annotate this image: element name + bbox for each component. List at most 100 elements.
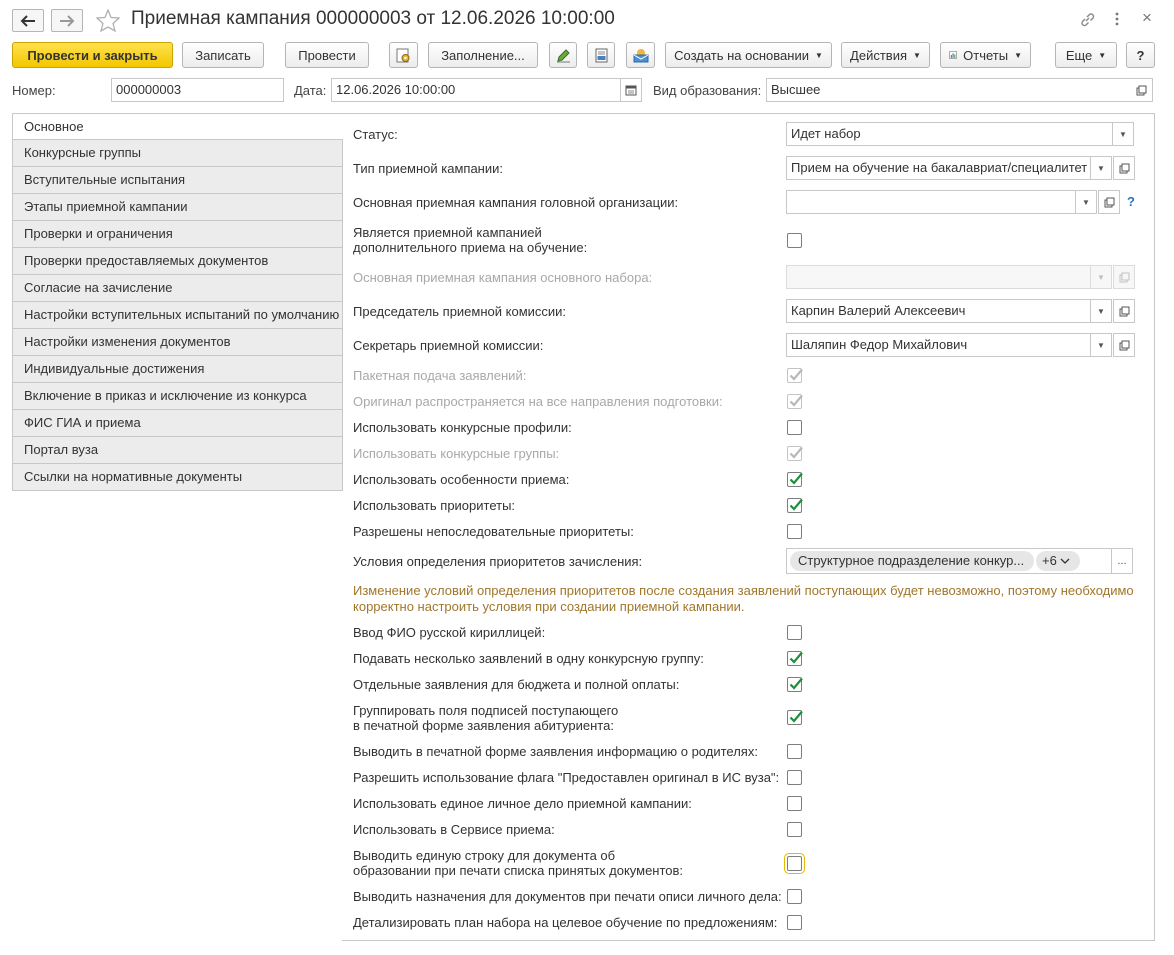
priority-conditions-label: Условия определения приоритетов зачислен… [353, 554, 643, 569]
setting-checkbox[interactable] [787, 524, 802, 539]
setting-label: Выводить назначения для документов при п… [353, 889, 782, 904]
open-icon [1119, 306, 1129, 316]
setting-checkbox[interactable] [787, 744, 802, 759]
chairman-dropdown-button[interactable]: ▼ [1090, 299, 1112, 323]
setting-label-line2: в печатной форме заявления абитуриента: [353, 718, 614, 733]
chairman-input[interactable]: Карпин Валерий Алексеевич [786, 299, 1091, 323]
date-input[interactable]: 12.06.2026 10:00:00 [331, 78, 621, 102]
link-icon [1081, 13, 1095, 27]
setting-checkbox[interactable] [787, 770, 802, 785]
open-icon [1119, 163, 1129, 173]
tab-1[interactable]: Основное [12, 113, 343, 140]
edu-type-label: Вид образования: [653, 83, 762, 98]
tab-8[interactable]: Настройки вступительных испытаний по умо… [12, 302, 343, 329]
edu-type-open-button[interactable] [1131, 78, 1153, 102]
print-document-button[interactable] [587, 42, 615, 68]
edu-type-input[interactable]: Высшее [766, 78, 1132, 102]
document-print-icon [595, 48, 607, 62]
setting-label: Отдельные заявления для бюджета и полной… [353, 677, 680, 692]
help-button[interactable]: ? [1126, 42, 1155, 68]
create-based-on-button[interactable]: Создать на основании ▼ [665, 42, 832, 68]
status-dropdown-button[interactable]: ▼ [1112, 122, 1134, 146]
tab-9[interactable]: Настройки изменения документов [12, 329, 343, 356]
setting-checkbox[interactable] [784, 853, 805, 874]
tab-3[interactable]: Вступительные испытания [12, 167, 343, 194]
setting-label: Группировать поля подписей поступающего в… [353, 703, 618, 733]
checkmark-icon [789, 498, 803, 511]
chevron-down-icon: ▼ [913, 50, 921, 60]
copy-link-button[interactable] [1079, 11, 1096, 31]
setting-checkbox[interactable] [787, 625, 802, 640]
tab-13[interactable]: Портал вуза [12, 437, 343, 464]
tab-12[interactable]: ФИС ГИА и приема [12, 410, 343, 437]
setting-checkbox[interactable] [787, 420, 802, 435]
setting-label: Разрешены непоследовательные приоритеты: [353, 524, 634, 539]
chevron-down-icon: ▼ [1097, 163, 1105, 173]
setting-label: Выводить единую строку для документа об о… [353, 848, 683, 878]
more-vertical-icon [1115, 12, 1119, 26]
chevron-down-icon: ▼ [1097, 272, 1105, 282]
secretary-open-button[interactable] [1113, 333, 1135, 357]
more-menu-button[interactable] [1114, 11, 1120, 30]
edit-button[interactable] [549, 42, 577, 68]
campaign-type-dropdown-button[interactable]: ▼ [1090, 156, 1112, 180]
setting-checkbox[interactable] [787, 915, 802, 930]
chevron-down-icon: ▼ [814, 50, 823, 60]
campaign-type-open-button[interactable] [1113, 156, 1135, 180]
setting-checkbox[interactable] [787, 677, 803, 692]
status-select[interactable]: Идет набор [786, 122, 1113, 146]
setting-label: Подавать несколько заявлений в одну конк… [353, 651, 704, 666]
priority-warning-text: Изменение условий определения приоритето… [353, 583, 1134, 614]
tab-10[interactable]: Индивидуальные достижения [12, 356, 343, 383]
secretary-dropdown-button[interactable]: ▼ [1090, 333, 1112, 357]
report-chart-icon [949, 51, 957, 59]
reports-button[interactable]: Отчеты ▼ [940, 42, 1031, 68]
number-input[interactable]: 000000003 [111, 78, 284, 102]
create-based-on-label: Создать на основании [674, 47, 809, 63]
checkmark-icon [789, 710, 803, 723]
tab-5[interactable]: Проверки и ограничения [12, 221, 343, 248]
settings-button[interactable] [389, 42, 418, 68]
chevron-down-icon: ▼ [1082, 197, 1090, 207]
secretary-input[interactable]: Шаляпин Федор Михайлович [786, 333, 1091, 357]
write-button[interactable]: Записать [182, 42, 264, 68]
tab-7[interactable]: Согласие на зачисление [12, 275, 343, 302]
tab-11[interactable]: Включение в приказ и исключение из конку… [12, 383, 343, 410]
head-org-campaign-dropdown-button[interactable]: ▼ [1075, 190, 1097, 214]
tab-6[interactable]: Проверки предоставляемых документов [12, 248, 343, 275]
send-mail-button[interactable] [626, 42, 655, 68]
post-button[interactable]: Провести [285, 42, 369, 68]
back-button[interactable] [12, 9, 44, 32]
setting-checkbox[interactable] [787, 822, 802, 837]
tab-2[interactable]: Конкурсные группы [12, 140, 343, 167]
close-button[interactable]: × [1142, 8, 1152, 28]
setting-checkbox[interactable] [787, 889, 802, 904]
priority-condition-tag[interactable]: Структурное подразделение конкур... [790, 551, 1034, 571]
priority-conditions-select-button[interactable]: ... [1111, 548, 1133, 574]
more-button[interactable]: Еще ▼ [1055, 42, 1117, 68]
head-org-campaign-open-button[interactable] [1098, 190, 1120, 214]
fill-button[interactable]: Заполнение... [428, 42, 538, 68]
more-label: Еще [1065, 47, 1093, 63]
calendar-button[interactable] [620, 78, 642, 102]
head-org-help-icon[interactable]: ? [1127, 194, 1135, 209]
post-and-close-button[interactable]: Провести и закрыть [12, 42, 173, 68]
tab-14[interactable]: Ссылки на нормативные документы [12, 464, 343, 491]
setting-checkbox[interactable] [787, 498, 803, 513]
number-label: Номер: [12, 83, 56, 98]
head-org-campaign-input[interactable] [786, 190, 1076, 214]
favorite-star-button[interactable] [95, 8, 121, 35]
setting-checkbox[interactable] [787, 796, 802, 811]
setting-checkbox[interactable] [787, 651, 803, 666]
tab-4[interactable]: Этапы приемной кампании [12, 194, 343, 221]
setting-label: Использовать конкурсные группы: [353, 446, 560, 461]
setting-checkbox[interactable] [787, 710, 803, 725]
additional-admission-checkbox[interactable] [787, 233, 802, 248]
priority-conditions-more-tag[interactable]: +6 [1036, 551, 1080, 571]
setting-checkbox[interactable] [787, 472, 803, 487]
actions-button[interactable]: Действия ▼ [841, 42, 930, 68]
chairman-open-button[interactable] [1113, 299, 1135, 323]
forward-button[interactable] [51, 9, 83, 32]
main-set-campaign-open-button [1113, 265, 1135, 289]
campaign-type-input[interactable]: Прием на обучение на бакалавриат/специал… [786, 156, 1091, 180]
